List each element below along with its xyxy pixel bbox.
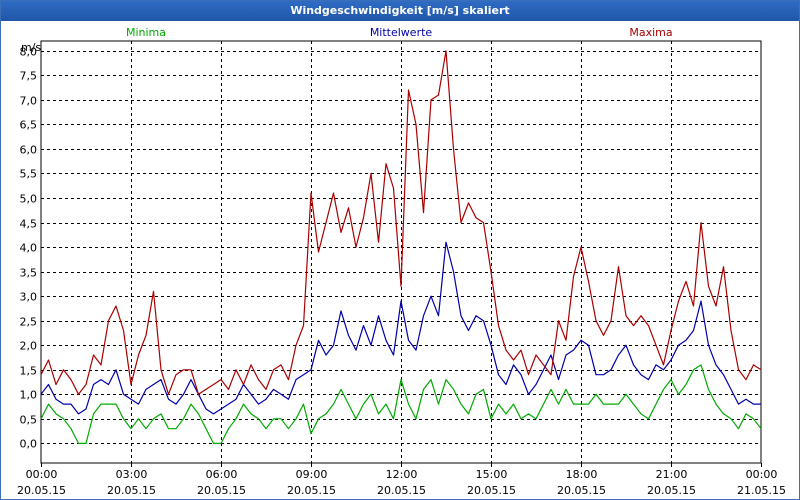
series-line-mittelwerte — [40, 241, 761, 415]
y-tick-label: 4,5 — [20, 218, 38, 231]
grid-layer — [40, 40, 762, 467]
x-tick-time: 00:00 — [26, 468, 58, 481]
y-tick-label: 1,0 — [20, 389, 38, 402]
legend-entry-minima: Minima — [126, 26, 166, 39]
y-tick-label: 0,5 — [20, 414, 38, 427]
y-tick-label: 6,5 — [20, 119, 38, 132]
x-tick-time: 09:00 — [296, 468, 328, 481]
chart-window: Windgeschwindigkeit [m/s] skaliert 8,0 7,… — [0, 0, 800, 500]
x-tick-date: 20.05.15 — [647, 484, 696, 497]
y-tick-label: 7,5 — [20, 70, 38, 83]
x-tick-date: 20.05.15 — [467, 484, 516, 497]
y-tick-label: 4,0 — [20, 242, 38, 255]
legend-entry-maxima: Maxima — [629, 26, 672, 39]
x-tick-date: 20.05.15 — [287, 484, 336, 497]
y-tick-label: 3,0 — [20, 291, 38, 304]
y-tick-label: 5,5 — [20, 168, 38, 181]
x-tick-time: 03:00 — [116, 468, 148, 481]
x-tick-labels: 00:00 20.05.15 03:00 20.05.15 06:00 20.05.15 0… — [17, 468, 786, 497]
y-tick-label: 6,0 — [20, 144, 38, 157]
y-tick-labels: 8,07,57,06,56,05,55,04,54,03,53,02,52,01… — [20, 46, 38, 451]
y-axis-label: m/s — [21, 41, 41, 54]
x-tick-time: 00:00 — [746, 468, 778, 481]
y-tick-label: 7,0 — [20, 95, 38, 108]
x-tick-time: 15:00 — [476, 468, 508, 481]
x-tick-date: 21.05.15 — [737, 484, 786, 497]
x-tick-date: 20.05.15 — [17, 484, 66, 497]
x-tick-time: 21:00 — [656, 468, 688, 481]
line-chart: 8,07,57,06,56,05,55,04,54,03,53,02,52,01… — [17, 26, 786, 497]
y-tick-label: 2,0 — [20, 340, 38, 353]
x-tick-date: 20.05.15 — [557, 484, 606, 497]
legend-entry-mittelwerte: Mittelwerte — [370, 26, 433, 39]
y-tick-label: 1,5 — [20, 365, 38, 378]
y-tick-label: 3,5 — [20, 267, 38, 280]
x-tick-date: 20.05.15 — [377, 484, 426, 497]
x-tick-time: 06:00 — [206, 468, 238, 481]
y-tick-label: 2,5 — [20, 316, 38, 329]
y-tick-label: 0,0 — [20, 438, 38, 451]
x-tick-date: 20.05.15 — [197, 484, 246, 497]
legend: Minima Mittelwerte Maxima — [126, 26, 673, 39]
x-tick-time: 12:00 — [386, 468, 418, 481]
x-tick-date: 20.05.15 — [107, 484, 156, 497]
x-tick-time: 18:00 — [566, 468, 598, 481]
y-tick-label: 5,0 — [20, 193, 38, 206]
